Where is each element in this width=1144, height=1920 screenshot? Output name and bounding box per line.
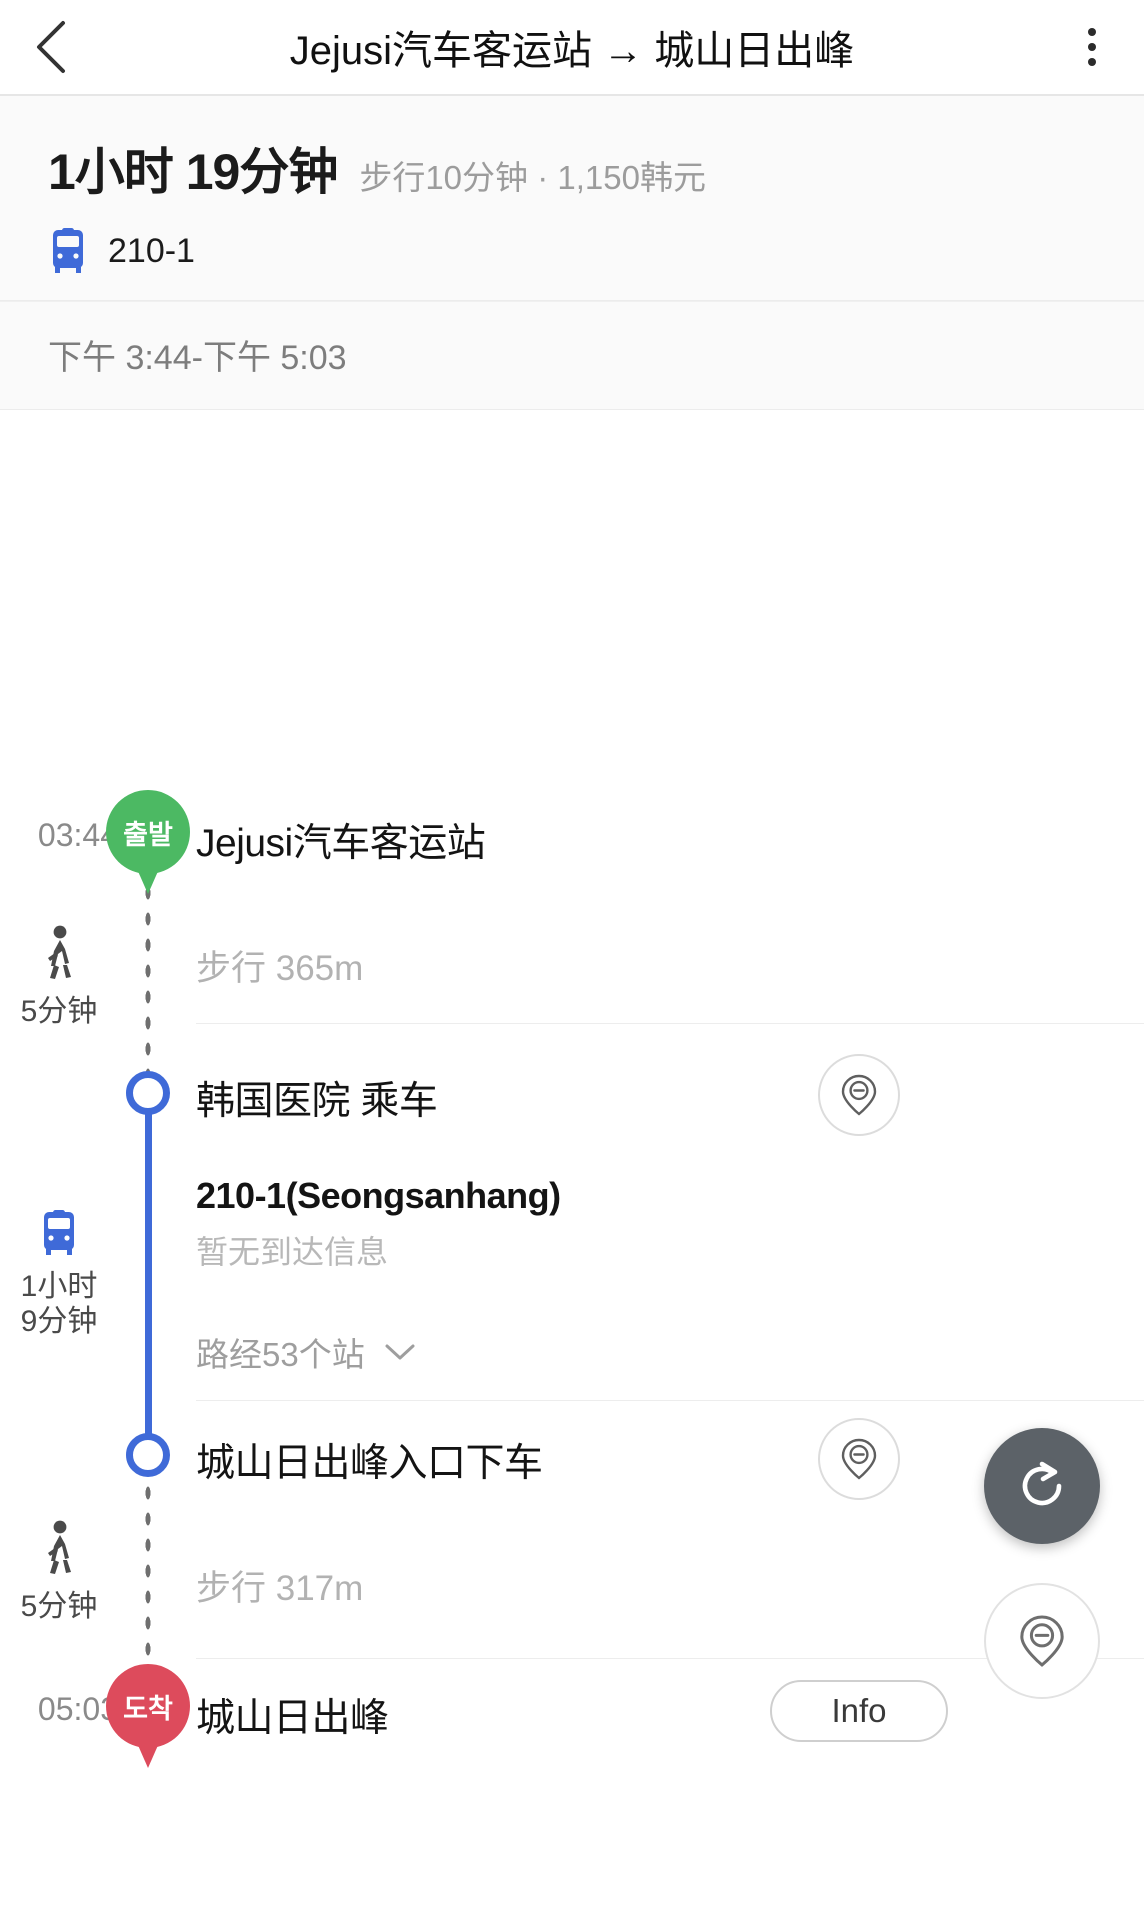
location-icon <box>1020 1615 1064 1667</box>
arrival-pin-label: 도착 <box>123 1693 173 1724</box>
summary-subtitle: 步行10分钟 · 1,150韩元 <box>359 159 706 196</box>
alight-map-pin-button[interactable] <box>818 1418 900 1500</box>
page-title: Jejusi汽车客运站 → 城山日出峰 <box>289 29 855 73</box>
info-button-label: Info <box>831 1692 887 1729</box>
info-button[interactable]: Info <box>770 1680 948 1742</box>
bus-icon <box>53 228 83 273</box>
time-range-text: 下午 3:44-下午 5:03 <box>48 339 347 377</box>
departure-pin: 출발 <box>106 790 190 900</box>
overflow-menu-button[interactable] <box>1040 0 1144 95</box>
bus-duration-line-1: 1小时 <box>20 1270 98 1303</box>
app-bar: Jejusi汽车客运站 → 城山日出峰 <box>0 0 1144 96</box>
summary-route-number: 210-1 <box>108 231 195 270</box>
bus-mode: 1小时 9分钟 <box>0 1210 118 1340</box>
transit-route-screen: Jejusi汽车客运站 → 城山日出峰 1小时 19分钟 步行10分钟 · 1,… <box>0 0 1144 1920</box>
walk-2-detail: 步行 317m <box>196 1569 364 1608</box>
arrival-pin: 도착 <box>106 1664 190 1774</box>
total-duration: 1小时 19分钟 <box>48 144 338 200</box>
bus-stops-label: 路经53个站 <box>196 1336 365 1373</box>
departure-pin-label: 출발 <box>123 819 173 850</box>
refresh-fab-button[interactable] <box>984 1428 1100 1544</box>
back-button[interactable] <box>0 0 104 95</box>
bus-eta-text: 暂无到达信息 <box>196 1234 389 1270</box>
chevron-left-icon <box>37 21 65 73</box>
time-range-bar: 下午 3:44-下午 5:03 <box>0 301 1144 410</box>
divider <box>196 1400 1144 1401</box>
arrival-time: 05:03 <box>37 1691 118 1727</box>
rail-bus <box>145 1093 152 1463</box>
walk-2-mode: 5分钟 <box>0 1520 118 1624</box>
alight-node <box>126 1433 170 1477</box>
walk-1-detail: 步行 365m <box>196 949 364 988</box>
summary-headline: 1小时 19分钟 步行10分钟 · 1,150韩元 <box>48 132 1096 204</box>
board-stop-name[interactable]: 韩国医院 乘车 <box>196 1070 438 1126</box>
walk-2-duration: 5分钟 <box>20 1590 98 1623</box>
alight-stop-name[interactable]: 城山日出峰入口下车 <box>196 1432 543 1488</box>
bus-stops-expander[interactable]: 路经53个站 <box>196 1328 417 1376</box>
bus-icon <box>44 1210 74 1255</box>
board-node <box>126 1071 170 1115</box>
map-pin-minus-icon <box>841 1074 877 1116</box>
walk-1-mode: 5分钟 <box>0 925 118 1029</box>
bus-duration-line-2: 9分钟 <box>20 1305 98 1339</box>
bus-route-name[interactable]: 210-1(Seongsanhang) <box>196 1175 561 1217</box>
walking-icon <box>48 1520 71 1574</box>
overflow-menu-icon <box>1088 43 1096 51</box>
departure-time: 03:44 <box>37 817 118 853</box>
location-fab-button[interactable] <box>984 1583 1100 1699</box>
divider <box>196 1023 1144 1024</box>
walk-1-duration: 5分钟 <box>20 995 98 1028</box>
departure-name[interactable]: Jejusi汽车客运站 <box>196 812 486 868</box>
chevron-down-icon <box>385 1344 415 1360</box>
map-pin-minus-icon <box>841 1438 877 1480</box>
refresh-icon <box>1022 1461 1062 1506</box>
walking-icon <box>48 925 71 979</box>
route-summary: 1小时 19分钟 步行10分钟 · 1,150韩元 210-1 <box>0 96 1144 301</box>
overflow-menu-icon <box>1088 28 1096 36</box>
board-map-pin-button[interactable] <box>818 1054 900 1136</box>
rail-walk-1 <box>143 880 153 1085</box>
overflow-menu-icon <box>1088 58 1096 66</box>
arrival-name[interactable]: 城山日出峰 <box>196 1687 389 1743</box>
summary-route-line[interactable]: 210-1 <box>48 228 1096 274</box>
